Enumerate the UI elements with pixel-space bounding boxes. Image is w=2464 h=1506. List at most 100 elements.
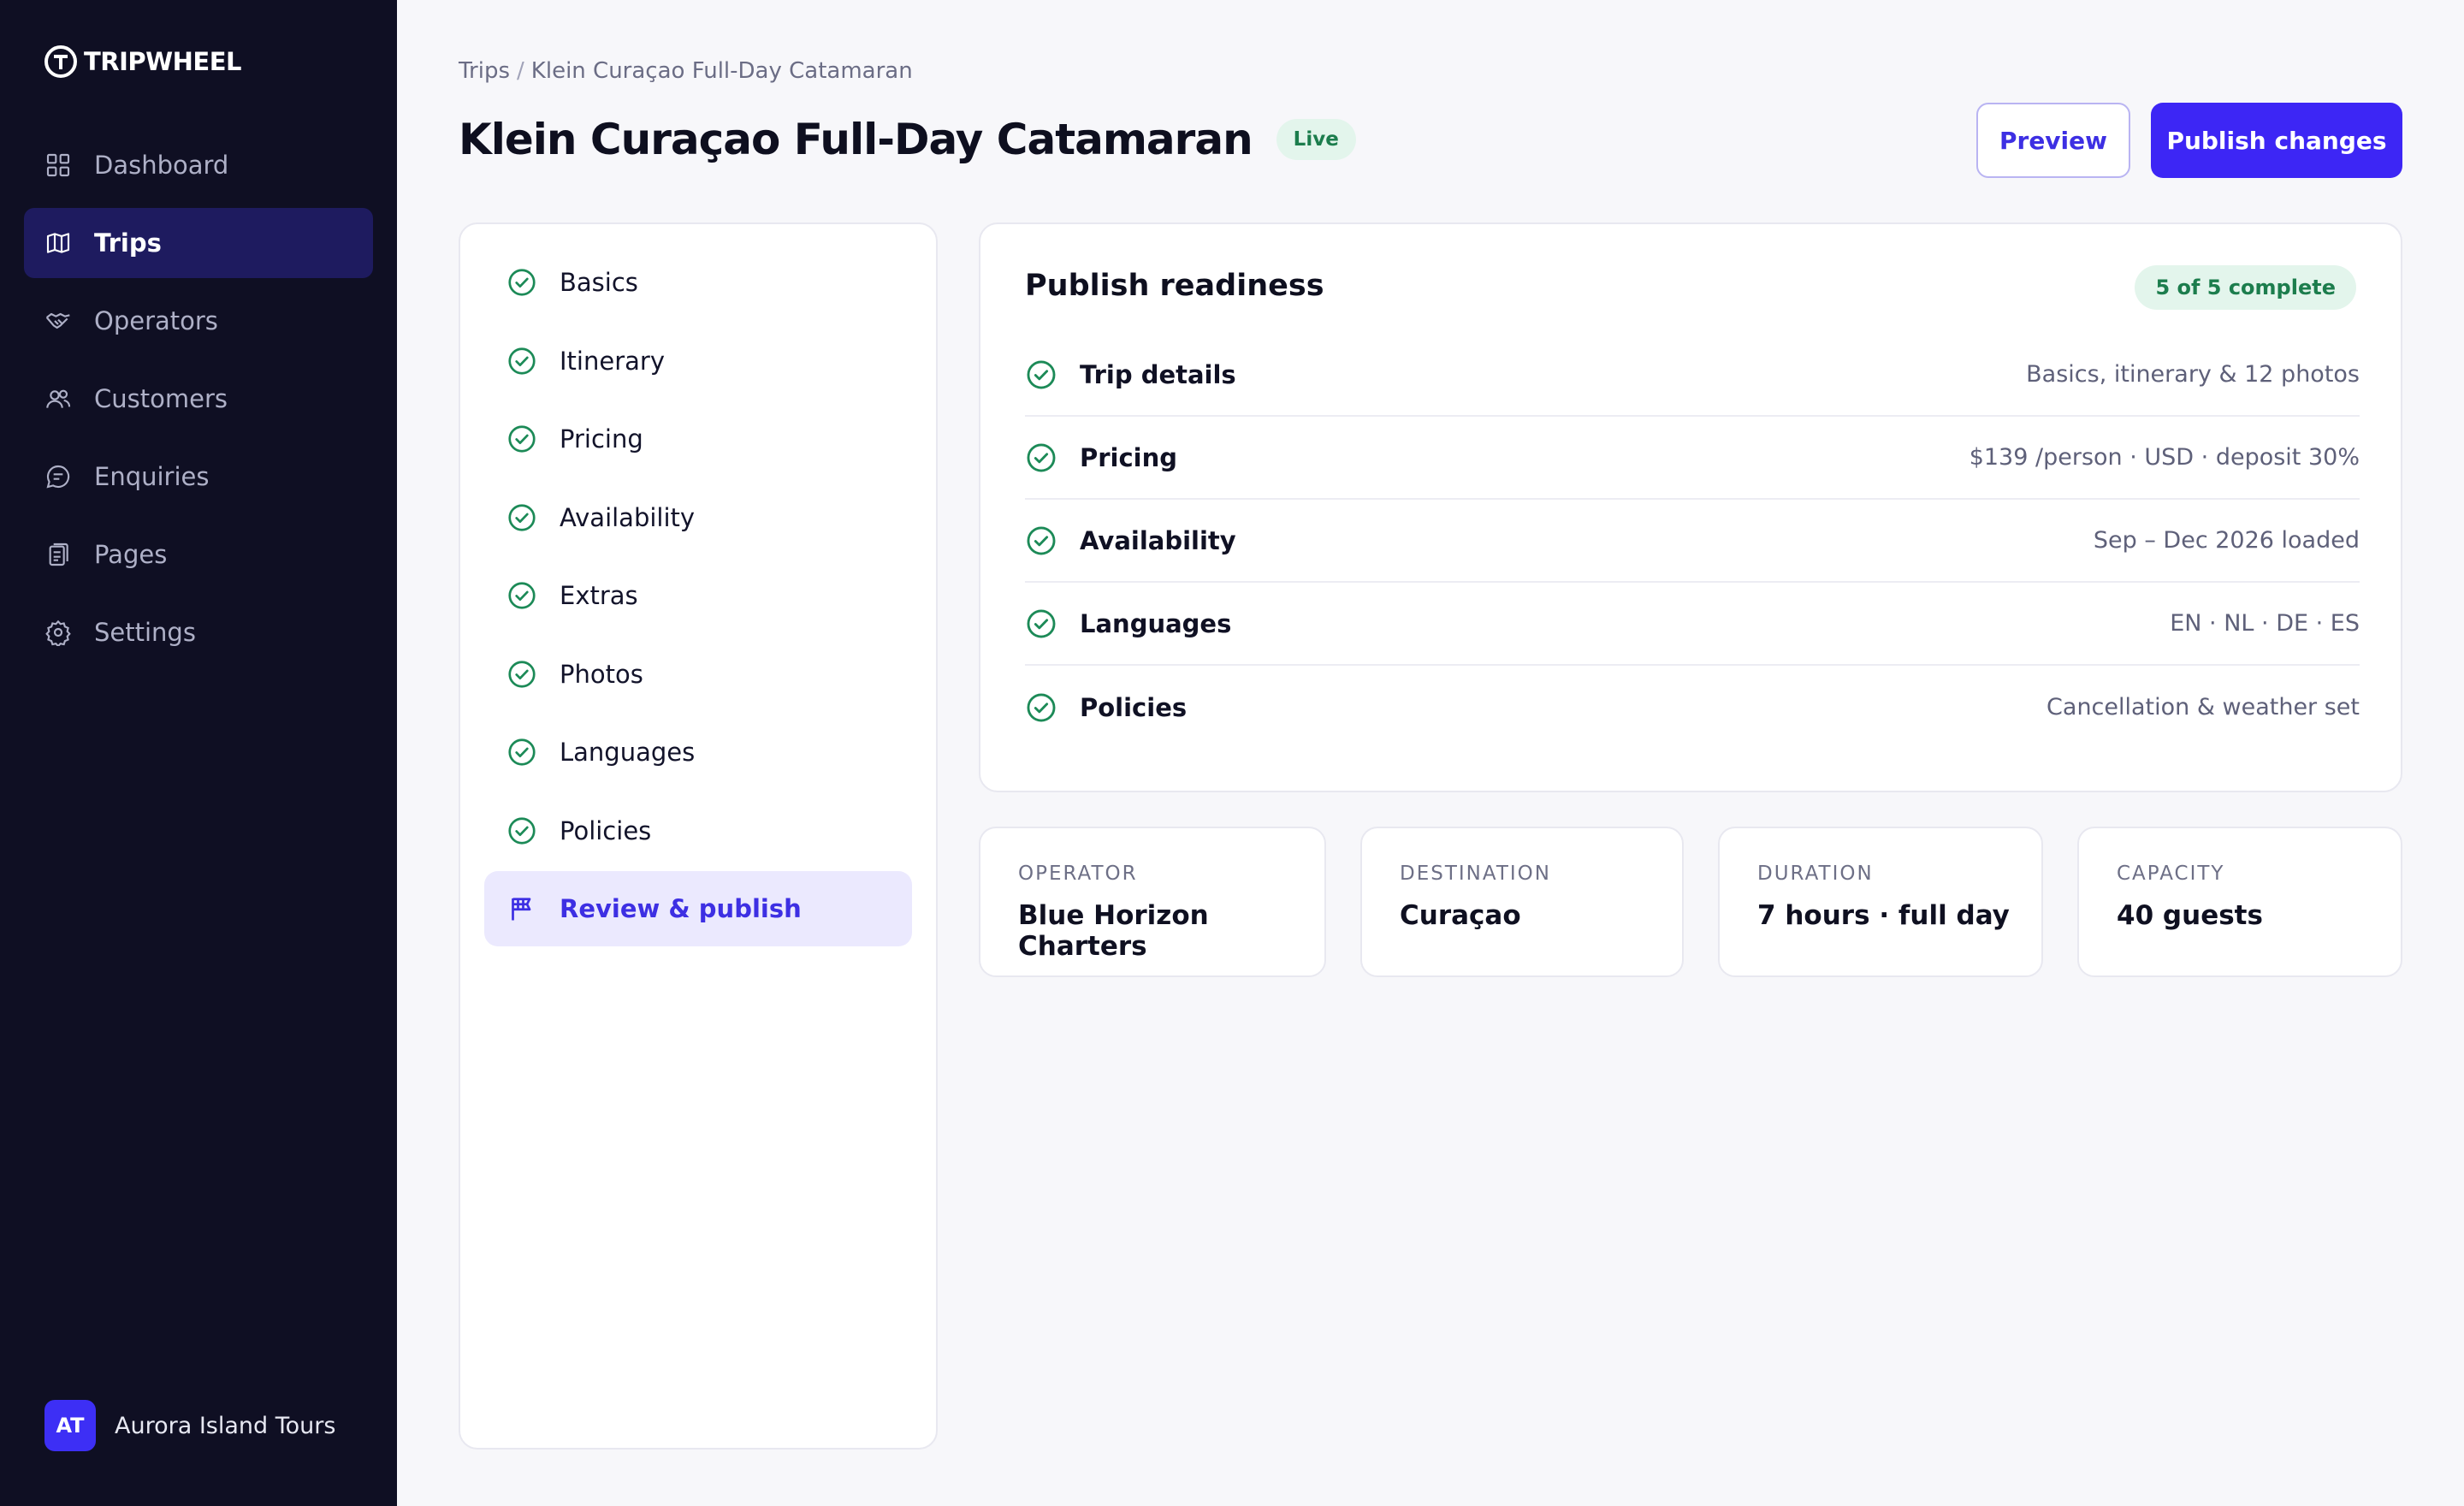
breadcrumb-separator: / (517, 58, 524, 84)
destination-value: Curaçao (1400, 900, 1521, 931)
status-badge: Live (1276, 119, 1356, 160)
sidebar-item-label: Trips (94, 228, 162, 258)
title-row: Klein Curaçao Full-Day Catamaran Live (459, 110, 1356, 169)
brand-name: TRIPWHEEL (84, 47, 242, 76)
logo-icon (44, 45, 77, 78)
step-label: Policies (560, 815, 652, 845)
duration-label: DURATION (1757, 863, 1874, 885)
check-circle-icon (508, 503, 536, 531)
chat-icon (44, 463, 72, 490)
readiness-row-languages: Languages EN · NL · DE · ES (1025, 583, 2360, 666)
step-basics[interactable]: Basics (484, 245, 912, 320)
destination-label: DESTINATION (1400, 863, 1551, 885)
step-label: Basics (560, 268, 638, 297)
check-circle-icon (508, 816, 536, 845)
breadcrumb-root-link[interactable]: Trips (459, 58, 510, 84)
readiness-row-policies: Policies Cancellation & weather set (1025, 666, 2360, 749)
check-circle-icon (508, 660, 536, 688)
sidebar-item-label: Operators (94, 306, 218, 335)
gear-icon (44, 619, 72, 648)
step-label: Extras (560, 581, 638, 610)
step-languages[interactable]: Languages (484, 714, 912, 790)
readiness-label: Pricing (1080, 442, 1178, 472)
check-circle-icon (508, 347, 536, 375)
readiness-label: Trip details (1080, 359, 1236, 389)
readiness-row-trip-details: Trip details Basics, itinerary & 12 phot… (1025, 334, 2360, 417)
readiness-label: Languages (1080, 608, 1232, 638)
flag-icon (512, 898, 531, 921)
sidebar: TRIPWHEEL Dashboard Trips Operators Cust… (0, 0, 397, 1506)
step-label: Pricing (560, 424, 643, 454)
destination-card: DESTINATION Curaçao (1360, 827, 1684, 977)
duration-card: DURATION 7 hours · full day (1718, 827, 2043, 977)
map-icon (44, 229, 72, 257)
users-icon (44, 385, 72, 412)
readiness-detail: Cancellation & weather set (2046, 694, 2360, 720)
check-circle-icon (1027, 526, 1056, 554)
handshake-icon (44, 307, 72, 335)
sidebar-item-enquiries[interactable]: Enquiries (24, 442, 373, 512)
sidebar-item-dashboard[interactable]: Dashboard (24, 130, 373, 200)
readiness-detail: Basics, itinerary & 12 photos (2026, 361, 2360, 388)
sidebar-item-label: Settings (94, 618, 196, 647)
step-label: Availability (560, 502, 696, 532)
account-switcher[interactable]: AT Aurora Island Tours (44, 1400, 335, 1451)
brand-logo[interactable]: TRIPWHEEL (44, 44, 242, 79)
step-pricing[interactable]: Pricing (484, 401, 912, 477)
sidebar-item-label: Enquiries (94, 462, 210, 491)
check-circle-icon (508, 738, 536, 766)
step-review-publish[interactable]: Review & publish (484, 871, 912, 946)
readiness-detail: EN · NL · DE · ES (2170, 610, 2360, 637)
step-photos[interactable]: Photos (484, 637, 912, 712)
check-circle-icon (1027, 693, 1056, 721)
readiness-title: Publish readiness (1025, 269, 1324, 303)
readiness-list: Trip details Basics, itinerary & 12 phot… (1025, 334, 2360, 749)
sidebar-item-operators[interactable]: Operators (24, 286, 373, 356)
avatar: AT (44, 1400, 96, 1451)
pages-icon (44, 541, 72, 568)
sidebar-item-customers[interactable]: Customers (24, 364, 373, 434)
readiness-detail: Sep – Dec 2026 loaded (2093, 527, 2360, 554)
readiness-label: Availability (1080, 525, 1236, 555)
operator-card: OPERATOR Blue Horizon Charters (979, 827, 1326, 977)
account-name: Aurora Island Tours (115, 1412, 336, 1439)
check-circle-icon (1027, 609, 1056, 637)
capacity-card: CAPACITY 40 guests (2077, 827, 2402, 977)
operator-value: Blue Horizon Charters (1018, 900, 1209, 962)
check-circle-icon (508, 425, 536, 453)
step-label: Itinerary (560, 346, 665, 376)
capacity-value: 40 guests (2117, 900, 2263, 931)
check-circle-icon (1027, 360, 1056, 388)
sidebar-item-label: Dashboard (94, 151, 229, 180)
sidebar-item-label: Customers (94, 384, 228, 413)
check-circle-icon (508, 269, 536, 296)
operator-label: OPERATOR (1018, 863, 1138, 885)
readiness-row-pricing: Pricing $139 /person · USD · deposit 30% (1025, 417, 2360, 500)
capacity-label: CAPACITY (2117, 863, 2225, 885)
page-title: Klein Curaçao Full-Day Catamaran (459, 115, 1253, 164)
check-circle-icon (1027, 443, 1056, 471)
preview-button[interactable]: Preview (1976, 103, 2130, 178)
publish-readiness-card: Publish readiness 5 of 5 complete Trip d… (979, 222, 2402, 792)
sidebar-item-pages[interactable]: Pages (24, 519, 373, 590)
step-policies[interactable]: Policies (484, 793, 912, 869)
check-circle-icon (508, 582, 536, 609)
readiness-row-availability: Availability Sep – Dec 2026 loaded (1025, 500, 2360, 583)
step-availability[interactable]: Availability (484, 480, 912, 555)
breadcrumb: Trips / Klein Curaçao Full-Day Catamaran (459, 58, 913, 84)
readiness-detail: $139 /person · USD · deposit 30% (1969, 444, 2360, 471)
readiness-label: Policies (1080, 692, 1188, 722)
step-label: Review & publish (560, 894, 802, 923)
completion-badge: 5 of 5 complete (2135, 265, 2356, 310)
publish-changes-button[interactable]: Publish changes (2151, 103, 2402, 178)
duration-value: 7 hours · full day (1757, 900, 2010, 931)
step-label: Photos (560, 659, 643, 689)
grid-icon (44, 151, 72, 179)
steps-panel: Basics Itinerary Pricing Availability Ex… (459, 222, 938, 1450)
step-extras[interactable]: Extras (484, 558, 912, 633)
sidebar-item-trips[interactable]: Trips (24, 208, 373, 278)
step-label: Languages (560, 738, 696, 767)
sidebar-item-settings[interactable]: Settings (24, 597, 373, 667)
step-itinerary[interactable]: Itinerary (484, 323, 912, 399)
sidebar-nav: Dashboard Trips Operators Customers Enqu… (24, 130, 373, 675)
